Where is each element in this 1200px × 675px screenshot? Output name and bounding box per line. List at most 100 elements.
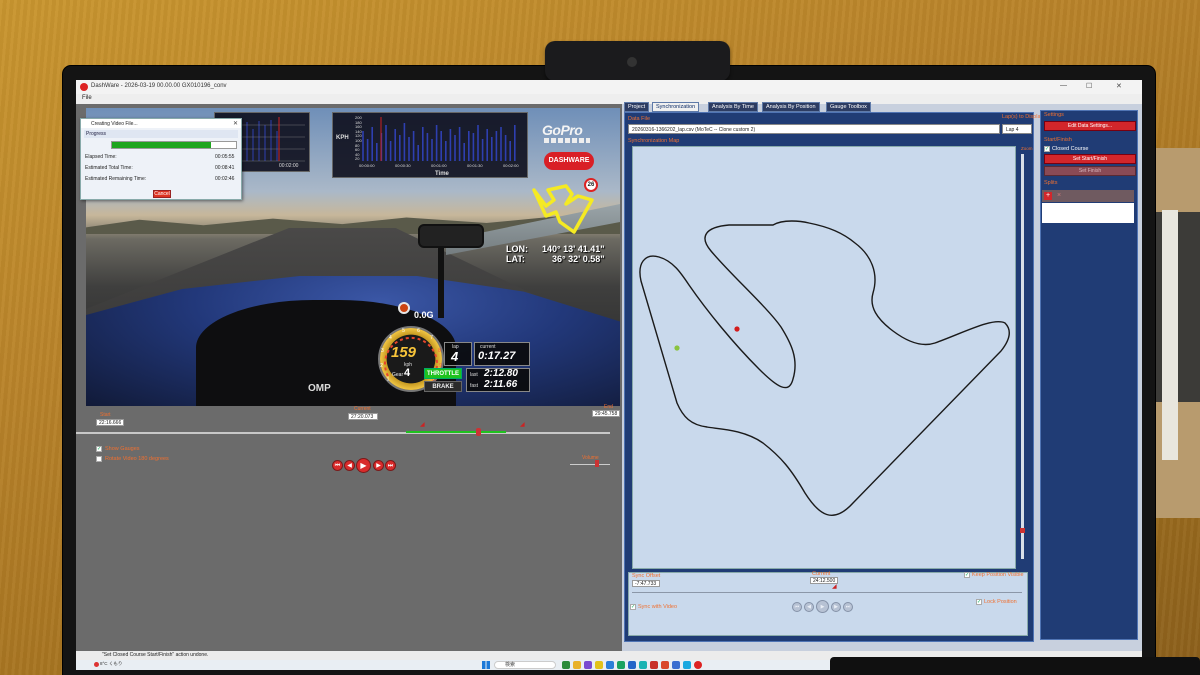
sync-with-video-checkbox[interactable]: ✓ — [630, 604, 636, 610]
laps-to-display-select[interactable]: Lap 4 — [1002, 124, 1032, 134]
gforce-value: 0.0G — [414, 310, 434, 320]
closed-course-label: Closed Course — [1052, 146, 1089, 152]
step-forward-button[interactable]: ▶ — [373, 460, 384, 471]
rpm-tick-label: 5 — [402, 328, 405, 334]
taskbar-app-icon[interactable] — [617, 661, 625, 669]
tab-strip: Project Synchronization Analysis By Time… — [624, 102, 1040, 112]
sync-offset-field[interactable]: -7:47.733 — [632, 580, 660, 587]
rotate-video-checkbox[interactable] — [96, 456, 102, 462]
volume-knob[interactable] — [595, 460, 599, 467]
total-value: 00:08:41 — [215, 165, 235, 171]
start-time-field[interactable]: 22:16.666 — [96, 419, 124, 426]
set-start-finish-button[interactable]: Set Start/Finish — [1044, 154, 1136, 164]
tab-project[interactable]: Project — [624, 102, 650, 112]
timeline-selection — [406, 431, 506, 433]
current-position-marker — [734, 326, 740, 332]
lock-position-checkbox[interactable]: ✓ — [976, 599, 982, 605]
taskbar-app-icon[interactable] — [639, 661, 647, 669]
kph-x-tick: 00:02:00 — [503, 163, 519, 168]
mail-icon[interactable] — [628, 661, 636, 669]
tab-gauge-toolbox[interactable]: Gauge Toolbox — [826, 102, 871, 112]
zoom-slider[interactable] — [1021, 154, 1024, 559]
taskbar-app-icon[interactable] — [650, 661, 658, 669]
volume-slider[interactable] — [570, 464, 610, 465]
current-time-field[interactable]: 27:20.073 — [348, 413, 378, 420]
sync-play-button[interactable]: ▶ — [816, 600, 829, 613]
webcam-lens — [627, 57, 637, 67]
taskbar-app-icon[interactable] — [661, 661, 669, 669]
timeline-playhead[interactable] — [476, 428, 481, 436]
tab-synchronization[interactable]: Synchronization — [652, 102, 700, 112]
taskbar-app-icon[interactable] — [573, 661, 581, 669]
splits-list[interactable] — [1042, 203, 1134, 223]
taskbar-search[interactable]: 検索 — [494, 661, 556, 669]
kph-x-tick: 00:01:00 — [431, 163, 447, 168]
edit-data-settings-button[interactable]: Edit Data Settings... — [1044, 121, 1136, 131]
tab-analysis-by-position[interactable]: Analysis By Position — [762, 102, 820, 112]
gforce-indicator — [398, 302, 410, 314]
timeline-track[interactable] — [76, 432, 610, 434]
kph-time-chart: KPH 200 180 160 140 120 100 80 60 40 20 00:00:00 0… — [332, 112, 528, 178]
rpm-tick-label: 3 — [381, 348, 384, 354]
weather-icon[interactable] — [94, 662, 99, 667]
menu-file[interactable]: File — [82, 95, 92, 101]
sync-scrubber-marker[interactable]: ◢ — [832, 583, 837, 590]
set-finish-button[interactable]: Set Finish — [1044, 166, 1136, 176]
taskbar-app-icon[interactable] — [672, 661, 680, 669]
rpm-tick-label: 8 — [438, 348, 441, 354]
dialog-title: Creating Video File... — [81, 119, 241, 128]
taskbar-app-icon[interactable] — [683, 661, 691, 669]
sync-scrubber[interactable] — [632, 592, 1022, 593]
timeline-start-marker[interactable]: ◢ — [420, 421, 425, 428]
close-button[interactable]: ✕ — [1116, 82, 1122, 90]
play-button[interactable]: ▶ — [356, 458, 371, 473]
show-gauges-checkbox[interactable]: ✓ — [96, 446, 102, 452]
dashware-taskbar-icon[interactable] — [694, 661, 702, 669]
fast-label: fast — [470, 383, 479, 389]
skip-end-button[interactable]: ⏭ — [385, 460, 396, 471]
sync-step-forward-button[interactable]: ▶ — [831, 602, 841, 612]
dialog-close-icon[interactable]: ✕ — [233, 120, 238, 127]
total-label: Estimated Total Time: — [85, 165, 133, 171]
skip-start-button[interactable]: ⏮ — [332, 460, 343, 471]
show-gauges-label: Show Gauges — [105, 446, 140, 452]
windows-start-icon[interactable] — [482, 661, 490, 669]
file-explorer-icon[interactable] — [595, 661, 603, 669]
rpm-tick-label: 6 — [417, 328, 420, 334]
title-bar: DashWare - 2026-03-19 00.00.00 GX010196_… — [76, 80, 1142, 94]
current-lap-time: 0:17.27 — [478, 350, 516, 362]
track-map — [639, 220, 1011, 516]
add-split-icon[interactable]: + — [1044, 192, 1052, 200]
sync-map[interactable] — [632, 146, 1016, 569]
tab-analysis-by-time[interactable]: Analysis By Time — [708, 102, 758, 112]
sync-step-back-button[interactable]: ◀ — [804, 602, 814, 612]
step-back-button[interactable]: ◀ — [344, 460, 355, 471]
timeline-end-marker[interactable]: ◢ — [520, 421, 525, 428]
taskbar-app-icon[interactable] — [562, 661, 570, 669]
end-time-field[interactable]: 29:45.758 — [592, 410, 620, 417]
settings-label: Settings — [1044, 112, 1064, 118]
sync-offset-label: Sync Offset — [632, 573, 661, 579]
keep-position-visible-label: Keep Position Visible — [972, 572, 1024, 578]
zoom-slider-knob[interactable] — [1020, 528, 1025, 533]
keep-position-visible-checkbox[interactable]: ✓ — [964, 572, 970, 578]
track-outline — [639, 220, 1011, 516]
data-file-label: Data File — [628, 116, 651, 122]
rpm-tick-label: 7 — [430, 335, 433, 341]
maximize-button[interactable]: ☐ — [1086, 82, 1092, 90]
second-monitor-edge — [830, 657, 1200, 675]
closed-course-checkbox[interactable]: ✓ — [1044, 146, 1050, 152]
weather-text[interactable]: 8°C くもり — [100, 661, 122, 667]
remaining-value: 00:02:46 — [215, 176, 235, 182]
cancel-button[interactable]: Cancel — [153, 190, 171, 198]
data-file-select[interactable]: 20260316-1366202_lap.csv (MoTeC -- Clone… — [628, 124, 1000, 134]
lon-value: 140° 13' 41.41" — [542, 244, 605, 254]
gear-value: 4 — [404, 367, 411, 379]
sync-skip-start-button[interactable]: ⏮ — [792, 602, 802, 612]
minimize-button[interactable]: — — [1060, 82, 1067, 89]
remove-split-icon[interactable]: × — [1055, 192, 1063, 200]
rpm-tick-label: 1 — [387, 376, 390, 382]
taskbar-app-icon[interactable] — [584, 661, 592, 669]
sync-skip-end-button[interactable]: ⏭ — [843, 602, 853, 612]
edge-browser-icon[interactable] — [606, 661, 614, 669]
